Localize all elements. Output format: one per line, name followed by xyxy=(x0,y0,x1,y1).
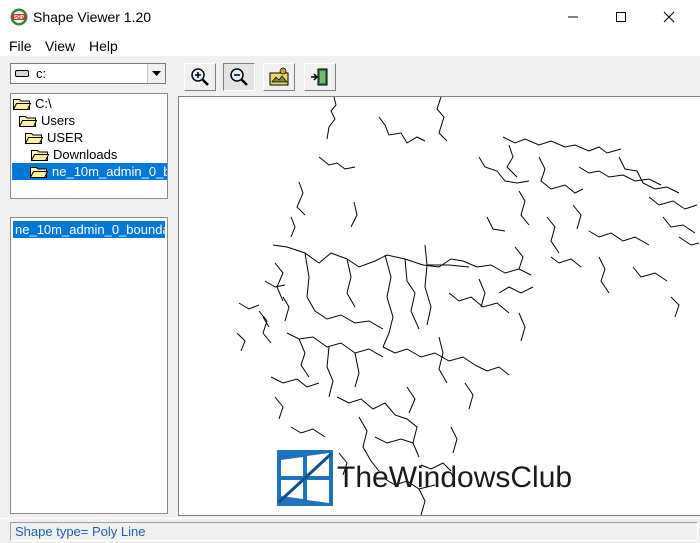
hard-drive-icon xyxy=(15,70,29,77)
watermark: TheWindowsClub xyxy=(277,450,572,506)
zoom-out-button[interactable] xyxy=(223,63,255,91)
directory-item-label: USER xyxy=(47,130,84,145)
dropdown-button[interactable] xyxy=(147,64,165,83)
menu-view[interactable]: View xyxy=(45,38,75,54)
map-canvas[interactable]: TheWindowsClub xyxy=(178,96,700,516)
svg-text:SHP: SHP xyxy=(14,15,25,21)
menu-file[interactable]: File xyxy=(9,38,32,54)
client-area: c: C:\ Users USER Downloads ne_10m_admin… xyxy=(0,56,700,543)
open-folder-icon xyxy=(25,132,43,144)
windows-logo-icon xyxy=(277,450,333,506)
directory-item-label: C:\ xyxy=(35,96,52,111)
directory-item-label: Downloads xyxy=(53,147,118,162)
minimize-icon xyxy=(568,16,578,18)
close-button[interactable] xyxy=(646,0,692,34)
full-extent-button[interactable] xyxy=(263,63,295,91)
window-title: Shape Viewer 1.20 xyxy=(33,9,152,25)
shp-app-icon: SHP xyxy=(10,8,28,26)
open-folder-icon xyxy=(13,98,31,110)
maximize-button[interactable] xyxy=(598,0,644,34)
exit-button[interactable] xyxy=(304,63,336,91)
toolbar xyxy=(178,60,700,93)
file-item-selected[interactable]: ne_10m_admin_0_boundary_lines_land.shp xyxy=(13,221,165,238)
directory-item-label: Users xyxy=(41,113,75,128)
full-extent-icon xyxy=(269,67,289,86)
minimize-button[interactable] xyxy=(550,0,596,34)
status-pane: Shape type= Poly Line xyxy=(10,522,698,541)
open-folder-icon xyxy=(19,115,37,127)
directory-item-users[interactable]: Users xyxy=(19,112,77,129)
zoom-in-icon xyxy=(191,68,209,86)
exit-door-icon xyxy=(311,68,328,86)
drive-value: c: xyxy=(36,66,47,81)
maximize-icon xyxy=(616,12,626,22)
zoom-in-button[interactable] xyxy=(184,63,216,91)
directory-item-downloads[interactable]: Downloads xyxy=(31,146,119,163)
directory-item-user[interactable]: USER xyxy=(25,129,85,146)
open-folder-icon xyxy=(30,166,48,178)
directory-item-label: ne_10m_admin_0_boundary_lines_land xyxy=(52,164,168,179)
zoom-out-icon xyxy=(230,68,248,86)
directory-list[interactable]: C:\ Users USER Downloads ne_10m_admin_0_… xyxy=(10,93,168,199)
chevron-down-icon xyxy=(152,71,161,76)
status-text: Shape type= Poly Line xyxy=(15,524,146,539)
watermark-text: TheWindowsClub xyxy=(337,461,573,494)
directory-item-c[interactable]: C:\ xyxy=(13,95,54,112)
file-list[interactable]: ne_10m_admin_0_boundary_lines_land.shp xyxy=(10,217,168,514)
menu-help[interactable]: Help xyxy=(89,38,118,54)
title-bar[interactable]: SHP Shape Viewer 1.20 xyxy=(0,0,700,34)
open-folder-icon xyxy=(31,149,49,161)
drive-selector[interactable]: c: xyxy=(10,63,166,84)
close-icon xyxy=(663,11,675,23)
directory-item-selected[interactable]: ne_10m_admin_0_boundary_lines_land xyxy=(12,163,168,180)
status-bar: Shape type= Poly Line xyxy=(0,518,700,543)
menu-bar: File View Help xyxy=(0,34,700,56)
